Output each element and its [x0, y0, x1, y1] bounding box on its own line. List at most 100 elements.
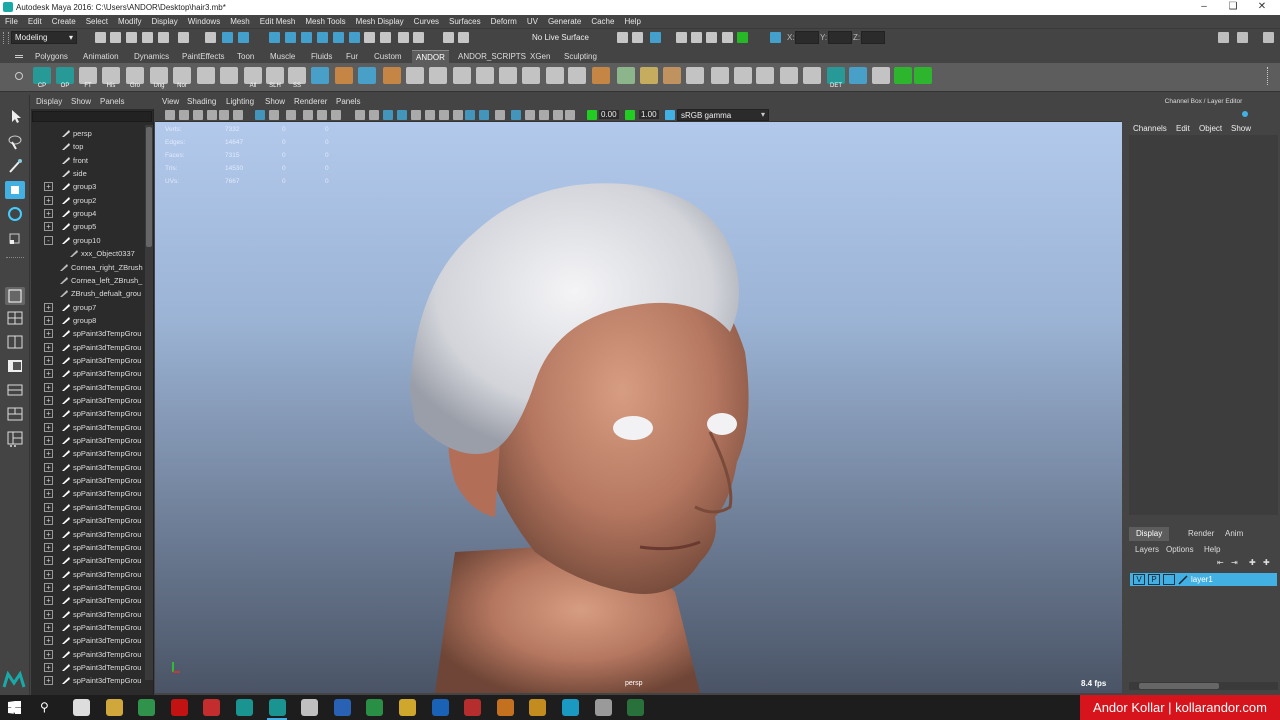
viewport-tool-27-icon[interactable] [565, 110, 575, 120]
expand-plus-icon[interactable]: + [44, 409, 53, 419]
tab-display[interactable]: Display [1129, 527, 1170, 541]
shelf-tool-0-icon[interactable] [33, 67, 51, 84]
outliner-item[interactable]: + spPaint3dTempGrou [31, 447, 144, 460]
select-tool-icon[interactable] [5, 107, 25, 125]
viewport-tool-1-icon[interactable] [179, 110, 189, 120]
shelf-tool-31-icon[interactable] [756, 67, 774, 84]
shelf-tool-25-icon[interactable] [617, 67, 635, 84]
workspace-1-icon[interactable] [1237, 32, 1248, 43]
shelf-tool-30-icon[interactable] [734, 67, 752, 84]
channel-box-settings-icon[interactable] [1239, 108, 1251, 120]
outliner-item[interactable]: + group3 [31, 180, 144, 193]
shelf-tool-21-icon[interactable] [522, 67, 540, 84]
status-tool-4-icon[interactable] [158, 32, 169, 43]
outliner-item[interactable]: + group8 [31, 314, 144, 327]
outliner-item[interactable]: xxx_Object0337 [31, 247, 144, 260]
taskbar-app-0-icon[interactable] [73, 699, 90, 716]
status-tool-11-icon[interactable] [301, 32, 312, 43]
shelf-tool-10-icon[interactable] [266, 67, 284, 84]
shelf-tool-15-icon[interactable] [383, 67, 401, 84]
taskbar-app-13-icon[interactable] [497, 699, 514, 716]
viewport-tool-26-icon[interactable] [553, 110, 563, 120]
shelf-tool-16-icon[interactable] [406, 67, 424, 84]
shelf-tab-painteffects[interactable]: PaintEffects [178, 50, 229, 63]
viewport-tool-25-icon[interactable] [539, 110, 549, 120]
expand-plus-icon[interactable]: + [44, 663, 53, 672]
shelf-tool-18-icon[interactable] [453, 67, 471, 84]
options-menu[interactable]: Options [1166, 545, 1194, 554]
shelf-tool-35-icon[interactable] [849, 67, 867, 84]
outliner-item[interactable]: + spPaint3dTempGrou [31, 514, 144, 527]
viewport-tool-4-icon[interactable] [219, 110, 229, 120]
status-tool-20-icon[interactable] [458, 32, 469, 43]
maximize-icon[interactable]: ❑ [1223, 1, 1243, 13]
outliner-item[interactable]: + spPaint3dTempGrou [31, 674, 144, 687]
expand-plus-icon[interactable]: + [44, 636, 53, 646]
move-layer-up-icon[interactable]: ⇤ [1217, 558, 1224, 567]
status-tool-14-icon[interactable] [349, 32, 360, 43]
expand-plus-icon[interactable]: + [44, 502, 53, 512]
outliner-item[interactable]: + spPaint3dTempGrou [31, 487, 144, 500]
shelf-tool-8-icon[interactable] [220, 67, 238, 84]
layer-display-type-toggle[interactable] [1163, 574, 1175, 585]
shelf-tab-polygons[interactable]: Polygons [31, 50, 72, 63]
tab-render[interactable]: Render [1181, 527, 1221, 541]
shelf-tab-sculpting[interactable]: Sculpting [560, 50, 601, 63]
scrollbar-thumb[interactable] [146, 127, 152, 247]
shelf-tool-28-icon[interactable] [686, 67, 704, 84]
menu-mesh-tools[interactable]: Mesh Tools [300, 15, 350, 29]
viewport-tool-17-icon[interactable] [425, 110, 435, 120]
scale-tool-icon[interactable] [5, 229, 25, 247]
viewport-tool-24-icon[interactable] [525, 110, 535, 120]
expand-plus-icon[interactable]: + [44, 542, 53, 552]
viewport-tool-19-icon[interactable] [453, 110, 463, 120]
four-view-icon[interactable] [5, 309, 25, 327]
shelf-tool-36-icon[interactable] [872, 67, 890, 84]
shelf-menu-icon[interactable] [15, 55, 23, 56]
exposure-field[interactable]: 0.00 [599, 110, 619, 119]
outliner-item[interactable]: + spPaint3dTempGrou [31, 661, 144, 674]
shelf-tool-20-icon[interactable] [499, 67, 517, 84]
shelf-tab-andor-scripts[interactable]: ANDOR_SCRIPTS [454, 50, 530, 63]
shelf-tab-fluids[interactable]: Fluids [307, 50, 336, 63]
shelf-tool-2-icon[interactable] [79, 67, 97, 84]
taskbar-app-7-icon[interactable] [301, 699, 318, 716]
shelf-tool-3-icon[interactable] [102, 67, 120, 84]
taskbar-app-3-icon[interactable] [171, 699, 188, 716]
taskbar-app-8-icon[interactable] [334, 699, 351, 716]
menu-modify[interactable]: Modify [113, 15, 147, 29]
status-tool-6-icon[interactable] [205, 32, 216, 43]
shelf-tool-14-icon[interactable] [358, 67, 376, 84]
shelf-tab-fur[interactable]: Fur [342, 50, 362, 63]
shelf-tool-26-icon[interactable] [640, 67, 658, 84]
status-tool-2-icon[interactable] [126, 32, 137, 43]
expand-plus-icon[interactable]: + [44, 355, 53, 365]
expand-plus-icon[interactable]: + [44, 436, 53, 446]
layer-visibility-toggle[interactable]: V [1133, 574, 1145, 585]
status-tool-1-icon[interactable] [110, 32, 121, 43]
outliner-item[interactable]: + spPaint3dTempGrou [31, 461, 144, 474]
menu-generate[interactable]: Generate [543, 15, 586, 29]
expand-plus-icon[interactable]: + [44, 382, 53, 392]
expand-plus-icon[interactable]: + [44, 569, 53, 579]
move-tool-icon[interactable] [5, 181, 25, 199]
viewport-menu-panels[interactable]: Panels [336, 97, 360, 106]
viewport-menu-shading[interactable]: Shading [187, 97, 216, 106]
menu-mesh-display[interactable]: Mesh Display [351, 15, 409, 29]
expand-plus-icon[interactable]: + [44, 596, 53, 606]
minimize-icon[interactable]: – [1194, 1, 1214, 13]
show-menu[interactable]: Show [1231, 124, 1251, 133]
outliner-item[interactable]: - group10 [31, 234, 144, 247]
outliner-item[interactable]: + group5 [31, 220, 144, 233]
viewport-tool-16-icon[interactable] [411, 110, 421, 120]
shelf-tool-22-icon[interactable] [546, 67, 564, 84]
expand-plus-icon[interactable]: + [44, 462, 53, 472]
viewport-tool-2-icon[interactable] [193, 110, 203, 120]
shelf-tool-24-icon[interactable] [592, 67, 610, 84]
viewport-tool-5-icon[interactable] [233, 110, 243, 120]
viewport-menu-lighting[interactable]: Lighting [226, 97, 254, 106]
windows-start-icon[interactable] [8, 701, 21, 714]
expand-plus-icon[interactable]: + [44, 476, 53, 486]
viewport-tool-15-icon[interactable] [397, 110, 407, 120]
shelf-tab-animation[interactable]: Animation [79, 50, 123, 63]
